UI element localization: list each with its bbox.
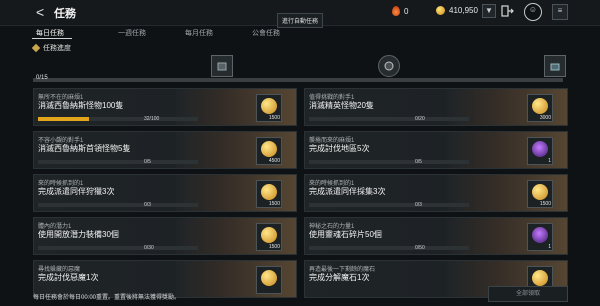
quest-progress-bar bbox=[309, 160, 469, 164]
quest-progress-text: 0/30 bbox=[144, 245, 154, 251]
quest-tabs: 每日任務 一週任務 每月任務 公會任務 bbox=[0, 26, 600, 40]
quest-progress-label: 任務進度 bbox=[43, 45, 71, 52]
quest-card[interactable]: 襲捲而來的麻煩1 完成討伐地區5次 0/5 1 bbox=[304, 131, 568, 169]
gold-currency: 410,950 bbox=[436, 6, 478, 15]
quest-card[interactable]: 來的時候抓到的1 完成派遣同伴採集3次 0/3 1500 bbox=[304, 174, 568, 212]
orb-reward-icon bbox=[384, 61, 394, 71]
gold-coin-icon bbox=[532, 98, 548, 114]
quest-progress-track bbox=[33, 78, 563, 82]
quest-progress-value: 0/15 bbox=[36, 75, 48, 81]
hamburger-icon: ≡ bbox=[557, 6, 563, 15]
quest-progress-text: 0/5 bbox=[415, 159, 422, 165]
quest-card[interactable]: 神秘之石的力量1 使用靈魂石碎片50個 0/50 1 bbox=[304, 217, 568, 255]
quest-card[interactable]: 體內的潛力1 使用開放潛力裝備30個 0/30 1500 bbox=[33, 217, 297, 255]
quest-title: 完成討伐惡魔1次 bbox=[38, 273, 99, 282]
quest-reward-amount: 4500 bbox=[268, 158, 280, 164]
quest-reward-amount: 1500 bbox=[539, 201, 551, 207]
milestone-reward-1[interactable] bbox=[211, 55, 233, 77]
quest-title: 完成分解魔石1次 bbox=[309, 273, 370, 282]
reset-notice: 每日任務會於每日00:00重置。重置後將無法獲得獎勵。 bbox=[33, 295, 181, 301]
quest-reward-amount: 3000 bbox=[539, 115, 551, 121]
gold-coin-icon bbox=[261, 227, 277, 243]
exit-door-icon bbox=[501, 5, 514, 17]
quest-progress-text: 0/50 bbox=[415, 245, 425, 251]
gold-coin-icon bbox=[261, 184, 277, 200]
quest-progress-text: 0/20 bbox=[415, 116, 425, 122]
quest-progress-bar bbox=[38, 117, 198, 121]
gold-coin-icon bbox=[532, 270, 548, 286]
quest-progress-bar bbox=[38, 246, 198, 250]
page-title: 任務 bbox=[54, 8, 76, 20]
quest-reward-amount: 1500 bbox=[268, 201, 280, 207]
quest-progress-bar bbox=[309, 203, 469, 207]
tab-monthly[interactable]: 每月任務 bbox=[185, 28, 213, 38]
chevron-down-button[interactable]: ▼ bbox=[482, 4, 496, 18]
quest-card[interactable]: 無所不在的麻煩1 消滅西魯納斯怪物100隻 32/100 1500 bbox=[33, 88, 297, 126]
fire-currency-value: 0 bbox=[404, 6, 409, 16]
quest-card[interactable]: 來的時候抓到的1 完成派遣同伴狩獵3次 0/3 1500 bbox=[33, 174, 297, 212]
quest-progress-bar bbox=[38, 203, 198, 207]
fire-currency: 0 bbox=[392, 6, 408, 16]
chest-reward-icon bbox=[550, 63, 560, 71]
purple-gem-icon bbox=[532, 227, 548, 243]
quest-progress-text: 32/100 bbox=[144, 116, 160, 122]
gold-currency-value: 410,950 bbox=[449, 6, 478, 15]
quest-progress-bar bbox=[309, 117, 469, 121]
gold-coin-icon bbox=[532, 184, 548, 200]
quest-card[interactable]: 不容小覷的對手1 消滅西魯納斯首領怪物5隻 0/5 4500 bbox=[33, 131, 297, 169]
quest-title: 消滅西魯納斯首領怪物5隻 bbox=[38, 144, 131, 153]
milestone-reward-3[interactable] bbox=[544, 55, 566, 77]
quest-title: 使用靈魂石碎片50個 bbox=[309, 230, 382, 239]
quest-reward-amount: 1 bbox=[548, 244, 551, 250]
quest-reward-amount: 1 bbox=[548, 158, 551, 164]
avatar-icon: ☺ bbox=[528, 5, 538, 14]
quest-title: 完成派遣同伴狩獵3次 bbox=[38, 187, 115, 196]
quest-reward-amount: 1500 bbox=[268, 244, 280, 250]
milestone-reward-2[interactable] bbox=[378, 55, 400, 77]
gold-coin-icon bbox=[261, 270, 277, 286]
quest-title: 使用開放潛力裝備30個 bbox=[38, 230, 119, 239]
menu-button[interactable]: ≡ bbox=[552, 4, 568, 20]
claim-all-button[interactable]: 全部領取 bbox=[488, 286, 568, 302]
purple-gem-icon bbox=[532, 141, 548, 157]
tab-guild[interactable]: 公會任務 bbox=[252, 28, 280, 38]
avatar-button[interactable]: ☺ bbox=[524, 3, 542, 21]
gold-coin-icon bbox=[436, 6, 445, 15]
quest-title: 消滅西魯納斯怪物100隻 bbox=[38, 101, 124, 110]
back-button[interactable]: < bbox=[36, 4, 52, 20]
quest-progress-bar bbox=[309, 246, 469, 250]
exit-button[interactable] bbox=[500, 4, 514, 18]
tab-daily[interactable]: 每日任務 bbox=[36, 28, 64, 38]
quest-progress-text: 0/3 bbox=[144, 202, 151, 208]
quest-title: 完成討伐地區5次 bbox=[309, 144, 370, 153]
tab-weekly[interactable]: 一週任務 bbox=[118, 28, 146, 38]
gold-coin-icon bbox=[261, 98, 277, 114]
active-tab-indicator bbox=[32, 38, 72, 39]
quest-progress-header: 任務進度 bbox=[31, 43, 71, 53]
quest-progress-fill bbox=[38, 117, 90, 121]
quest-progress-bar bbox=[38, 160, 198, 164]
gold-coin-icon bbox=[261, 141, 277, 157]
quest-reward-amount: 1500 bbox=[268, 115, 280, 121]
diamond-icon bbox=[31, 43, 41, 53]
box-reward-icon bbox=[217, 62, 227, 71]
quest-card[interactable]: 值得挑戰的對手1 消滅精英怪物20隻 0/20 3000 bbox=[304, 88, 568, 126]
chevron-down-icon: ▼ bbox=[485, 6, 493, 15]
quest-title: 消滅精英怪物20隻 bbox=[309, 101, 374, 110]
quest-reward[interactable] bbox=[256, 266, 282, 294]
fire-drop-icon bbox=[392, 6, 400, 16]
quest-title: 完成派遣同伴採集3次 bbox=[309, 187, 386, 196]
quest-progress-text: 0/3 bbox=[415, 202, 422, 208]
quest-progress-text: 0/5 bbox=[144, 159, 151, 165]
quest-card-grid: 無所不在的麻煩1 消滅西魯納斯怪物100隻 32/100 1500 值得挑戰的對… bbox=[33, 88, 568, 298]
